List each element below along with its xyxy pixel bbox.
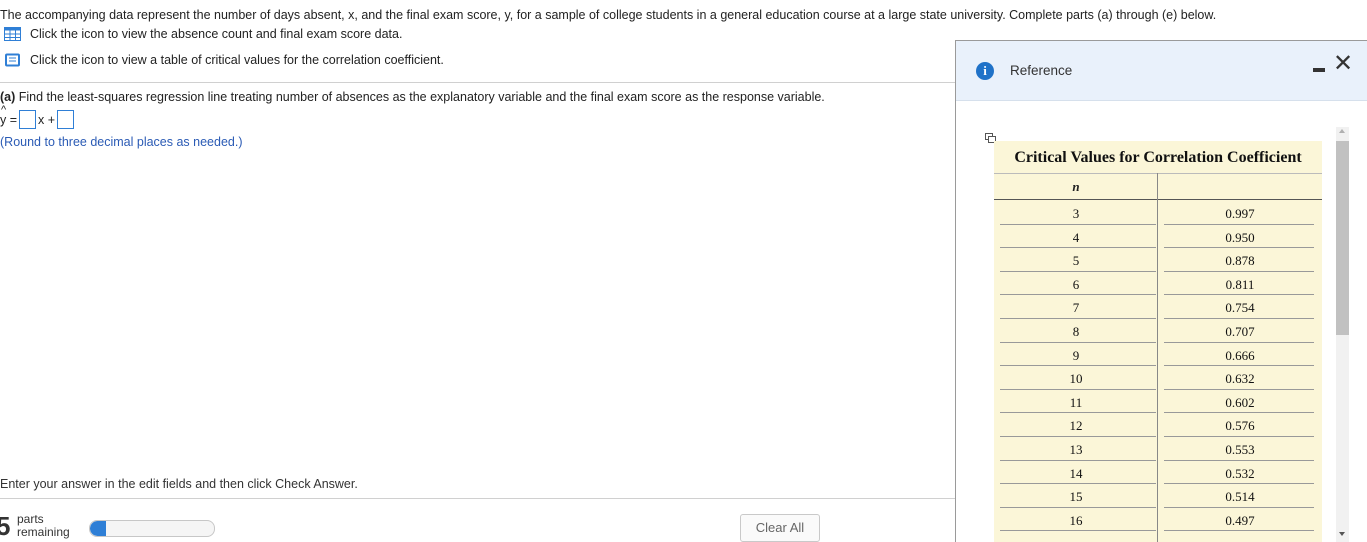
cell-n: 11 (1069, 394, 1083, 410)
table-grid-icon[interactable] (4, 27, 22, 41)
cell-n: 6 (1072, 276, 1080, 292)
cell-critical-value: 0.878 (1225, 253, 1255, 269)
cell-critical-value: 0.632 (1225, 371, 1255, 387)
parts-remaining-count: 5 (0, 511, 11, 541)
footer-divider (0, 498, 955, 499)
cell-critical-value: 0.602 (1225, 394, 1255, 410)
table-row: 16 0.497 (994, 508, 1322, 532)
y-hat: ^ y (0, 103, 7, 127)
rounding-note: (Round to three decimal places as needed… (0, 135, 243, 149)
cell-critical-value: 0.666 (1225, 347, 1255, 363)
cell-critical-value: 0.514 (1225, 489, 1255, 505)
cell-n: 15 (1069, 489, 1083, 505)
cell-n: 3 (1072, 206, 1080, 221)
question-intro: The accompanying data represent the numb… (0, 8, 1217, 22)
close-icon[interactable]: ✕ (1333, 49, 1353, 77)
table-link-row[interactable]: Click the icon to view a table of critic… (4, 53, 444, 67)
parts-remaining-label: parts remaining (17, 512, 70, 539)
cell-critical-value: 0.950 (1225, 229, 1255, 245)
critical-values-table: Critical Values for Correlation Coeffici… (994, 141, 1322, 542)
scrollbar[interactable] (1336, 127, 1349, 542)
table-row: 10 0.632 (994, 366, 1322, 390)
cell-n: 14 (1069, 465, 1083, 481)
cell-n: 10 (1069, 371, 1083, 387)
part-a-text: Find the least-squares regression line t… (18, 90, 825, 104)
cell-n: 4 (1072, 229, 1080, 245)
regression-equation: ^ y = x + (0, 103, 76, 129)
column-header-n: n (1072, 179, 1080, 194)
intercept-input[interactable] (57, 110, 75, 129)
data-link-text[interactable]: Click the icon to view the absence count… (30, 27, 402, 41)
divider (0, 82, 955, 83)
cell-n: 5 (1072, 253, 1080, 269)
part-a-prompt: (a) Find the least-squares regression li… (0, 90, 825, 104)
table-row: 4 0.950 (994, 225, 1322, 249)
cell-critical-value: 0.997 (1225, 206, 1255, 221)
cell-n: 13 (1069, 442, 1083, 457)
scroll-up-arrow[interactable] (1339, 129, 1345, 133)
table-row: 5 0.878 (994, 248, 1322, 272)
cell-n: 7 (1072, 300, 1080, 316)
data-link-row[interactable]: Click the icon to view the absence count… (4, 27, 402, 41)
reference-title: Reference (1010, 63, 1073, 78)
scroll-down-arrow[interactable] (1339, 532, 1345, 536)
table-row: 9 0.666 (994, 343, 1322, 367)
cell-critical-value: 0.553 (1225, 442, 1255, 457)
info-icon: i (976, 62, 994, 80)
table-row: 11 0.602 (994, 390, 1322, 414)
progress-fill (90, 521, 107, 536)
cell-n: 12 (1069, 418, 1083, 434)
cell-critical-value: 0.811 (1225, 276, 1255, 292)
table-row: 12 0.576 (994, 413, 1322, 437)
scroll-thumb[interactable] (1336, 141, 1349, 335)
table-header: n (994, 173, 1322, 200)
cell-n: 16 (1069, 512, 1083, 528)
equals-sign: = (9, 112, 18, 127)
book-icon[interactable] (4, 53, 22, 67)
parts-progress-bar (89, 520, 215, 537)
table-row: 14 0.532 (994, 461, 1322, 485)
part-a-label: (a) (0, 90, 16, 104)
cell-critical-value: 0.532 (1225, 465, 1255, 481)
row-rule (1164, 530, 1314, 532)
table-row: 13 0.553 (994, 437, 1322, 461)
table-row: 7 0.754 (994, 295, 1322, 319)
cell-critical-value: 0.576 (1225, 418, 1255, 434)
cell-critical-value: 0.707 (1225, 324, 1255, 339)
cell-n: 9 (1072, 347, 1080, 363)
table-row: 8 0.707 (994, 319, 1322, 343)
x-plus-text: x + (38, 112, 56, 127)
table-row: 6 0.811 (994, 272, 1322, 296)
table-link-text[interactable]: Click the icon to view a table of critic… (30, 53, 444, 67)
cell-n: 8 (1072, 324, 1080, 339)
cell-critical-value: 0.754 (1225, 300, 1255, 316)
clear-all-button[interactable]: Clear All (740, 514, 820, 542)
reference-header[interactable]: i Reference ✕ (956, 41, 1367, 101)
reference-panel: i Reference ✕ Critical Values for Correl… (955, 40, 1367, 542)
table-row: 15 0.514 (994, 484, 1322, 508)
table-title: Critical Values for Correlation Coeffici… (1014, 149, 1302, 166)
instructions-text: Enter your answer in the edit fields and… (0, 477, 358, 491)
cell-critical-value: 0.497 (1225, 512, 1255, 528)
table-row: 3 0.997 (994, 201, 1322, 225)
minimize-icon[interactable] (1313, 68, 1325, 72)
slope-input[interactable] (19, 110, 37, 129)
row-rule (1000, 530, 1156, 532)
